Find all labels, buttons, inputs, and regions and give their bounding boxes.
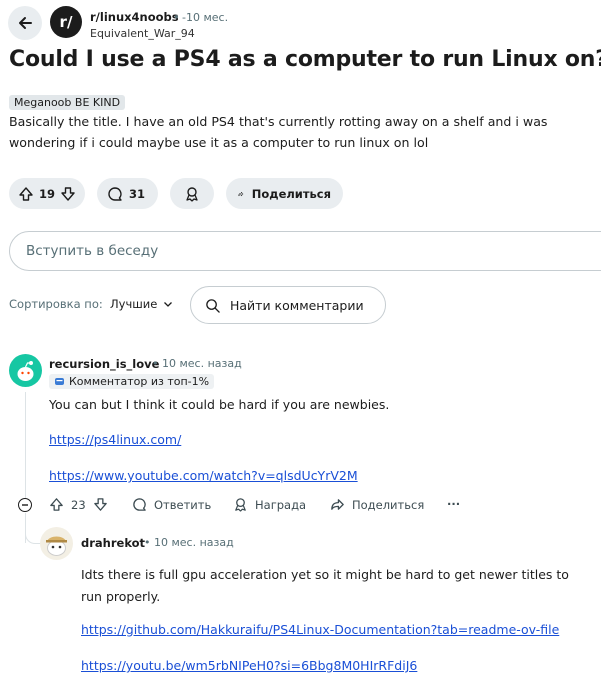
avatar[interactable]	[9, 354, 42, 387]
comment-text: Idts there is full gpu acceleration yet …	[81, 567, 569, 604]
upvote-icon[interactable]	[18, 186, 34, 202]
share-button[interactable]: Поделиться	[330, 497, 424, 512]
post-vote-pill: 19	[9, 178, 85, 209]
chevron-down-icon	[164, 302, 173, 307]
comment-link[interactable]: https://youtu.be/wm5rbNIPeH0?si=6Bbg8M0H…	[81, 658, 417, 673]
post-title: Could I use a PS4 as a computer to run L…	[9, 47, 601, 72]
share-button[interactable]: Поделиться	[226, 178, 343, 209]
thread-line	[25, 392, 26, 498]
share-icon	[331, 499, 344, 510]
comment-link[interactable]: https://www.youtube.com/watch?v=qlsdUcYr…	[49, 468, 358, 483]
post-body: Basically the title. I have an old PS4 t…	[9, 114, 548, 150]
join-placeholder: Вступить в беседу	[26, 243, 159, 259]
subreddit-logo[interactable]: r/	[50, 6, 82, 38]
upvote-icon[interactable]	[49, 497, 64, 512]
search-icon	[206, 298, 220, 313]
sort-value: Лучшие	[110, 297, 158, 311]
downvote-icon[interactable]	[60, 186, 76, 202]
top-commenter-badge: Комментатор из топ-1%	[49, 374, 215, 389]
award-button[interactable]	[170, 178, 214, 209]
badge-label: Комментатор из топ-1%	[69, 375, 210, 388]
join-conversation-input[interactable]: Вступить в беседу	[9, 231, 601, 271]
comment-username[interactable]: drahrekot	[81, 536, 145, 550]
sort-dropdown[interactable]: Лучшие	[110, 297, 173, 311]
minus-icon	[22, 504, 28, 506]
back-button[interactable]	[8, 6, 42, 40]
award-label: Награда	[255, 497, 307, 512]
comment-time: • 10 мес. назад	[152, 357, 242, 370]
comment-link[interactable]: https://github.com/Hakkuraifu/PS4Linux-D…	[81, 622, 559, 637]
comment-text: You can but I think it could be hard if …	[49, 397, 390, 412]
search-comments-placeholder: Найти комментарии	[230, 297, 364, 313]
comment-vote-group: 23	[49, 497, 108, 512]
commenter-badge-icon	[55, 378, 64, 385]
comment-time: • 10 мес. назад	[144, 536, 234, 549]
comment-bubble-icon	[108, 186, 122, 201]
reply-button[interactable]: Ответить	[132, 497, 211, 512]
snoo-avatar-icon	[46, 536, 67, 556]
sort-label: Сортировка по:	[9, 297, 103, 311]
comment-username[interactable]: recursion_is_love	[49, 357, 159, 371]
post-flair[interactable]: Meganoob BE KIND	[9, 95, 126, 110]
post-author[interactable]: Equivalent_War_94	[90, 27, 195, 40]
award-button[interactable]: Награда	[233, 497, 306, 512]
share-icon	[238, 191, 244, 196]
search-comments-input[interactable]: Найти комментарии	[190, 286, 386, 324]
downvote-icon[interactable]	[93, 497, 108, 512]
avatar[interactable]	[40, 527, 73, 560]
snoo-avatar-icon	[17, 361, 34, 381]
reply-label: Ответить	[154, 497, 212, 512]
comment-count: 31	[129, 186, 146, 201]
more-options-icon: ···	[447, 497, 461, 511]
comment-vote-count: 23	[71, 497, 86, 512]
post-time: -10 мес.	[182, 11, 229, 24]
comment-bubble-icon	[133, 498, 146, 511]
share-label: Поделиться	[251, 186, 331, 201]
collapse-thread-button[interactable]	[18, 498, 32, 512]
comment-link[interactable]: https://ps4linux.com/	[49, 432, 181, 447]
share-label: Поделиться	[352, 497, 425, 512]
award-icon	[186, 186, 198, 201]
award-icon	[235, 498, 246, 512]
subreddit-name[interactable]: r/linux4noobs	[90, 10, 179, 24]
comments-button[interactable]: 31	[97, 178, 158, 209]
post-vote-count: 19	[38, 186, 55, 201]
more-options-button[interactable]: ···	[447, 497, 460, 511]
arrow-left-icon	[19, 17, 32, 29]
separator-dot: •	[173, 10, 180, 24]
